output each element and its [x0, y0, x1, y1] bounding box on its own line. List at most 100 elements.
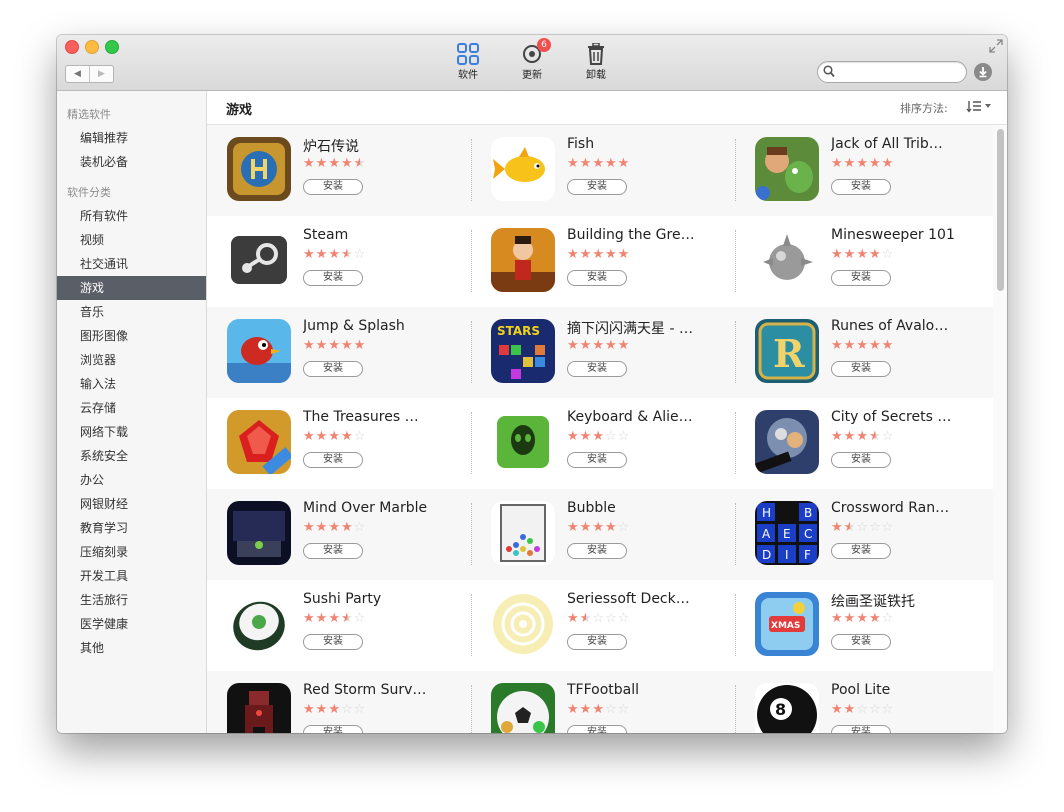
app-name[interactable]: Crossword Ran…	[831, 500, 991, 516]
install-button[interactable]: 安装	[567, 543, 627, 559]
zoom-window-button[interactable]	[105, 40, 119, 54]
search-input[interactable]	[838, 64, 962, 81]
app-name[interactable]: Mind Over Marble	[303, 500, 463, 516]
sushi-icon[interactable]	[227, 592, 291, 656]
app-card[interactable]: Minesweeper 101 ★★★★☆ 安装	[735, 216, 993, 307]
sidebar-category-item[interactable]: 图形图像	[57, 324, 206, 348]
install-button[interactable]: 安装	[831, 270, 891, 286]
jack-of-all-tribes-icon[interactable]	[755, 137, 819, 201]
sidebar-category-item[interactable]: 教育学习	[57, 516, 206, 540]
sidebar-category-item[interactable]: 办公	[57, 468, 206, 492]
minimize-window-button[interactable]	[85, 40, 99, 54]
tab-uninstall[interactable]: 卸载	[572, 43, 620, 87]
app-card[interactable]: Jump & Splash ★★★★★ 安装	[207, 307, 471, 398]
tab-apps[interactable]: 软件	[444, 43, 492, 87]
install-button[interactable]: 安装	[303, 725, 363, 733]
sidebar-category-item[interactable]: 视频	[57, 228, 206, 252]
app-card[interactable]: Fish ★★★★★ 安装	[471, 125, 735, 216]
scrollbar[interactable]	[993, 125, 1007, 733]
app-card[interactable]: Bubble ★★★★☆ 安装	[471, 489, 735, 580]
app-card[interactable]: The Treasures … ★★★★☆ 安装	[207, 398, 471, 489]
install-button[interactable]: 安装	[567, 179, 627, 195]
app-card[interactable]: 8 Pool Lite ★★☆☆☆ 安装	[735, 671, 993, 733]
app-card[interactable]: TFFootball ★★★☆☆ 安装	[471, 671, 735, 733]
app-name[interactable]: Seriessoft Deck…	[567, 591, 727, 607]
pool-icon[interactable]: 8	[755, 683, 819, 733]
sidebar-item-editors-choice[interactable]: 编辑推荐	[57, 126, 206, 150]
app-card[interactable]: City of Secrets … ★★★★☆ 安装	[735, 398, 993, 489]
app-name[interactable]: Pool Lite	[831, 682, 991, 698]
app-card[interactable]: Steam ★★★★☆ 安装	[207, 216, 471, 307]
city-of-secrets-icon[interactable]	[755, 410, 819, 474]
app-card[interactable]: R Runes of Avalo… ★★★★★ 安装	[735, 307, 993, 398]
install-button[interactable]: 安装	[831, 361, 891, 377]
sidebar-category-item[interactable]: 医学健康	[57, 612, 206, 636]
app-name[interactable]: Building the Gre…	[567, 227, 727, 243]
sidebar-category-item[interactable]: 输入法	[57, 372, 206, 396]
football-icon[interactable]	[491, 683, 555, 733]
sidebar-category-item[interactable]: 所有软件	[57, 204, 206, 228]
search-box[interactable]	[817, 61, 967, 83]
install-button[interactable]: 安装	[831, 452, 891, 468]
install-button[interactable]: 安装	[303, 452, 363, 468]
close-window-button[interactable]	[65, 40, 79, 54]
sidebar-category-item[interactable]: 生活旅行	[57, 588, 206, 612]
sidebar-category-item[interactable]: 云存储	[57, 396, 206, 420]
red-storm-icon[interactable]	[227, 683, 291, 733]
app-name[interactable]: Runes of Avalo…	[831, 318, 991, 334]
app-card[interactable]: Red Storm Surv… ★★★☆☆ 安装	[207, 671, 471, 733]
install-button[interactable]: 安装	[567, 634, 627, 650]
sidebar-category-item[interactable]: 压缩刻录	[57, 540, 206, 564]
app-card[interactable]: STARS 摘下闪闪满天星 - … ★★★★★ 安装	[471, 307, 735, 398]
app-name[interactable]: Red Storm Surv…	[303, 682, 463, 698]
tab-updates[interactable]: 6 更新	[508, 38, 556, 87]
runes-of-avalon-icon[interactable]: R	[755, 319, 819, 383]
sidebar-category-item[interactable]: 社交通讯	[57, 252, 206, 276]
minesweeper-icon[interactable]	[755, 228, 819, 292]
fullscreen-icon[interactable]	[989, 39, 1003, 53]
building-the-great-wall-icon[interactable]	[491, 228, 555, 292]
fish-icon[interactable]	[491, 137, 555, 201]
app-name[interactable]: Jump & Splash	[303, 318, 463, 334]
app-name[interactable]: Minesweeper 101	[831, 227, 991, 243]
install-button[interactable]: 安装	[567, 361, 627, 377]
app-name[interactable]: Steam	[303, 227, 463, 243]
install-button[interactable]: 安装	[831, 634, 891, 650]
install-button[interactable]: 安装	[303, 543, 363, 559]
app-card[interactable]: Building the Gre… ★★★★★ 安装	[471, 216, 735, 307]
jump-splash-icon[interactable]	[227, 319, 291, 383]
sidebar-category-item[interactable]: 开发工具	[57, 564, 206, 588]
downloads-button[interactable]	[974, 63, 992, 81]
mind-over-marble-icon[interactable]	[227, 501, 291, 565]
install-button[interactable]: 安装	[831, 543, 891, 559]
sidebar-item-essentials[interactable]: 装机必备	[57, 150, 206, 174]
steam-icon[interactable]	[227, 228, 291, 292]
app-card[interactable]: XMAS 绘画圣诞铁托 ★★★★☆ 安装	[735, 580, 993, 671]
app-card[interactable]: Jack of All Trib… ★★★★★ 安装	[735, 125, 993, 216]
install-button[interactable]: 安装	[303, 179, 363, 195]
christmas-painting-icon[interactable]: XMAS	[755, 592, 819, 656]
install-button[interactable]: 安装	[567, 270, 627, 286]
stars-icon[interactable]: STARS	[491, 319, 555, 383]
sort-menu-icon[interactable]	[966, 98, 994, 114]
sidebar-category-item[interactable]: 音乐	[57, 300, 206, 324]
app-card[interactable]: Sushi Party ★★★★☆ 安装	[207, 580, 471, 671]
app-card[interactable]: Seriessoft Deck… ★★☆☆☆ 安装	[471, 580, 735, 671]
forward-button[interactable]: ▶	[90, 66, 113, 82]
app-name[interactable]: City of Secrets …	[831, 409, 991, 425]
treasures-icon[interactable]	[227, 410, 291, 474]
app-name[interactable]: 摘下闪闪满天星 - …	[567, 318, 727, 338]
install-button[interactable]: 安装	[303, 361, 363, 377]
app-name[interactable]: Fish	[567, 136, 727, 152]
app-name[interactable]: Bubble	[567, 500, 727, 516]
keyboard-alien-icon[interactable]	[491, 410, 555, 474]
install-button[interactable]: 安装	[303, 270, 363, 286]
app-card[interactable]: Keyboard & Alie… ★★★☆☆ 安装	[471, 398, 735, 489]
sidebar-category-item[interactable]: 游戏	[57, 276, 206, 300]
sidebar-category-item[interactable]: 网络下载	[57, 420, 206, 444]
install-button[interactable]: 安装	[567, 725, 627, 733]
seriessoft-deck-icon[interactable]	[491, 592, 555, 656]
back-button[interactable]: ◀	[66, 66, 90, 82]
sidebar-category-item[interactable]: 网银财经	[57, 492, 206, 516]
scrollbar-thumb[interactable]	[997, 129, 1004, 291]
